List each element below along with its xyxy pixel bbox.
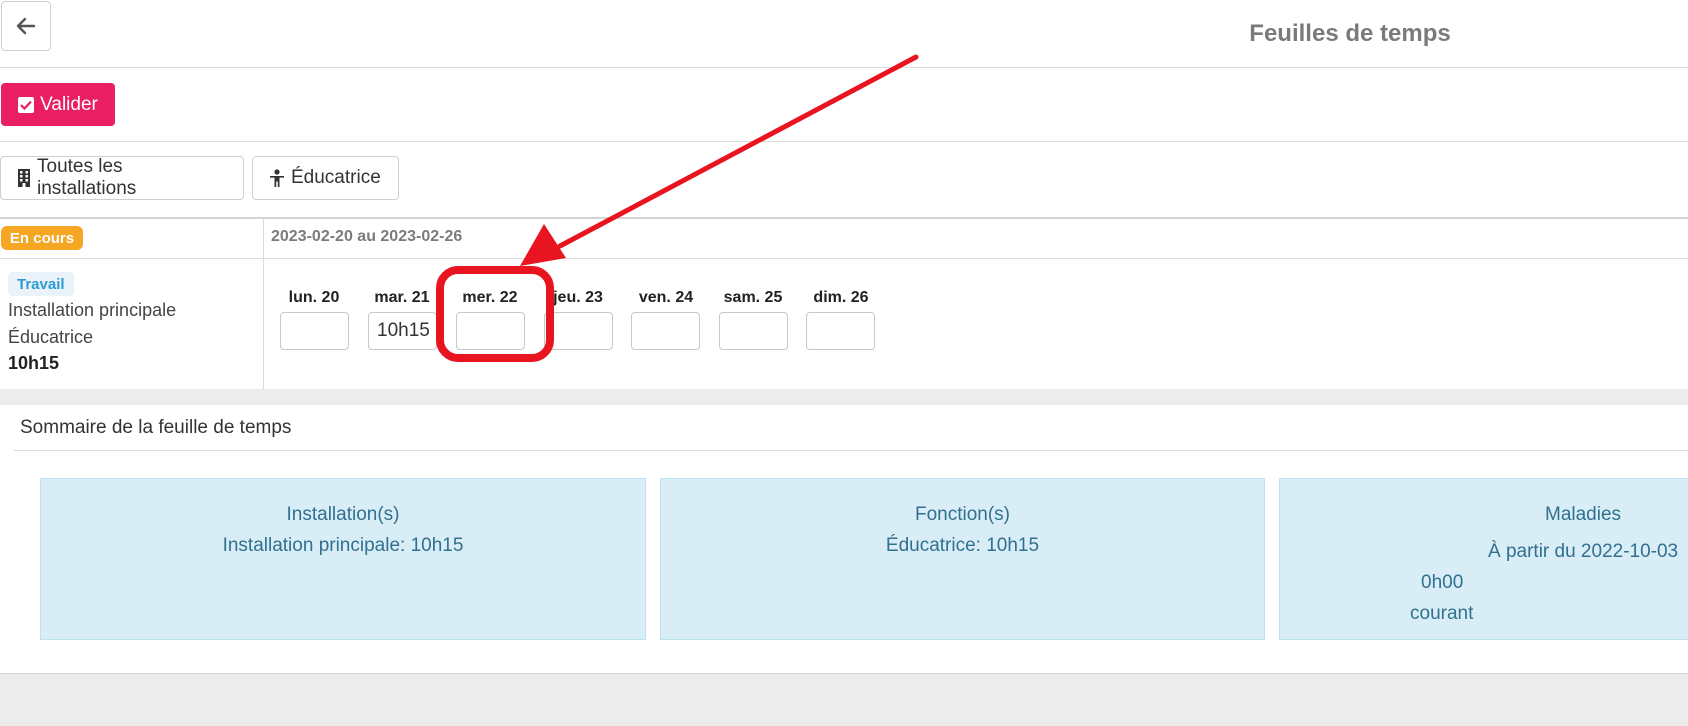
- card-value: Éducatrice: 10h15: [885, 535, 1040, 556]
- person-icon: [270, 169, 284, 187]
- day-hours-input[interactable]: [631, 312, 700, 350]
- card-value: Installation principale: 10h15: [222, 535, 464, 556]
- footer-band: [0, 673, 1688, 726]
- card-title: Installation(s): [286, 504, 400, 525]
- checkbox-checked-icon: [18, 96, 35, 113]
- day-hours-input[interactable]: [280, 312, 349, 350]
- day-hours-input[interactable]: [544, 312, 613, 350]
- building-icon: [18, 169, 30, 187]
- validate-button[interactable]: Valider: [1, 83, 115, 126]
- role-filter-label: Éducatrice: [291, 167, 381, 188]
- table-top-border: [0, 217, 1688, 219]
- status-badge: En cours: [1, 226, 83, 250]
- entry-installation: Installation principale: [8, 300, 177, 320]
- sick-balance: 0h00: [1421, 572, 1464, 593]
- arrow-left-icon: [16, 17, 36, 35]
- day-hours-input[interactable]: [368, 312, 437, 350]
- day-hours-input[interactable]: [719, 312, 788, 350]
- day-label: ven. 24: [638, 289, 694, 306]
- table-column-divider: [263, 217, 264, 389]
- type-badge: Travail: [8, 272, 74, 296]
- summary-title: Sommaire de la feuille de temps: [20, 417, 292, 438]
- card-title: Fonction(s): [914, 504, 1011, 525]
- installations-filter-button[interactable]: Toutes les installations: [0, 156, 244, 200]
- page-title: Feuilles de temps: [1249, 20, 1451, 47]
- summary-card-sick: Maladies À partir du 2022-10-03 0h00 cou…: [1279, 478, 1688, 640]
- sick-period: courant: [1410, 603, 1474, 624]
- card-title: Maladies: [1545, 504, 1622, 525]
- sick-since: À partir du 2022-10-03: [1488, 541, 1679, 562]
- day-hours-input[interactable]: [806, 312, 875, 350]
- summary-card-functions: Fonction(s) Éducatrice: 10h15: [660, 478, 1265, 640]
- day-label: mar. 21: [374, 289, 430, 306]
- footer-border: [0, 673, 1688, 674]
- entry-total: 10h15: [8, 353, 60, 373]
- toolbar-divider: [0, 141, 1688, 142]
- day-label: lun. 20: [288, 289, 340, 306]
- date-range: 2023-02-20 au 2023-02-26: [271, 228, 463, 245]
- day-label: dim. 26: [813, 289, 869, 306]
- annotation-highlight: [436, 266, 554, 362]
- summary-card-installations: Installation(s) Installation principale:…: [40, 478, 646, 640]
- role-filter-button[interactable]: Éducatrice: [252, 156, 399, 200]
- header-divider: [0, 67, 1688, 68]
- table-header-divider: [0, 258, 1688, 259]
- day-label: sam. 25: [723, 289, 783, 306]
- entry-function: Éducatrice: [8, 327, 94, 347]
- back-button[interactable]: [1, 1, 51, 51]
- summary-divider: [14, 450, 1688, 451]
- section-separator: [0, 389, 1688, 405]
- installations-filter-label: Toutes les installations: [37, 156, 137, 199]
- validate-label: Valider: [40, 93, 98, 115]
